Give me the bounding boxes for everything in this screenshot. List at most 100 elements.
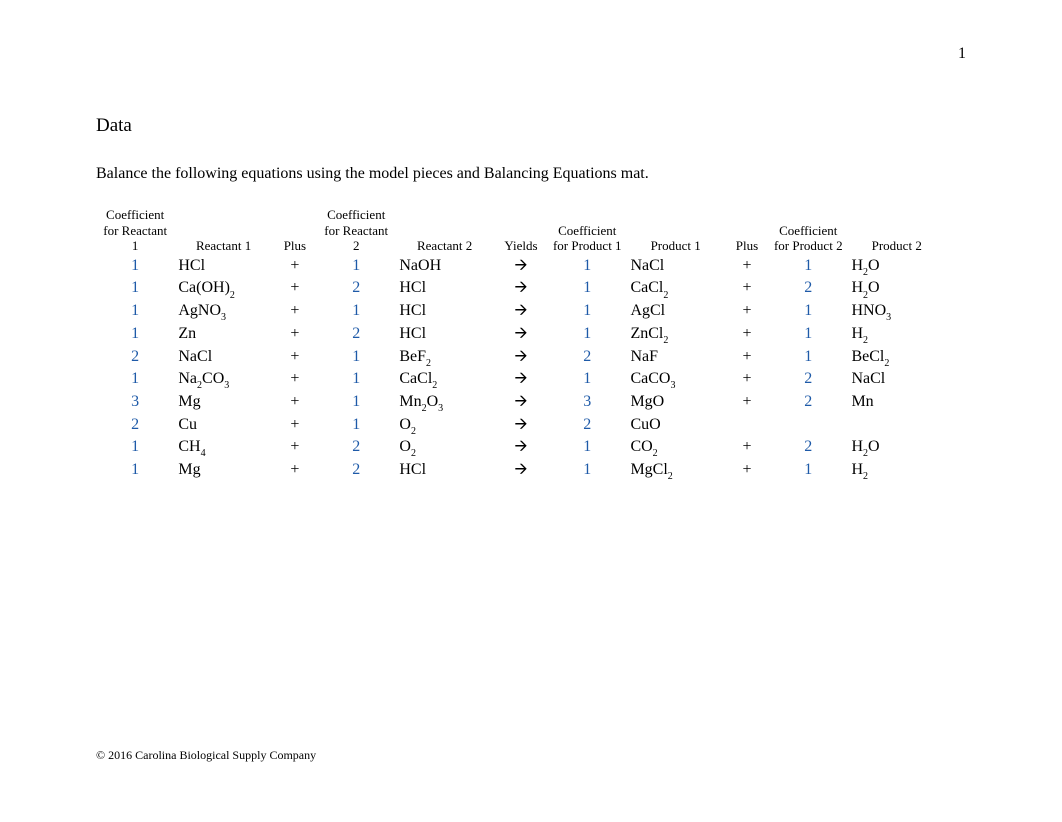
cell-reactant-1: Cu bbox=[174, 415, 272, 438]
cell-reactant-2: BeF2 bbox=[395, 347, 493, 370]
cell-coef-reactant-2: 2 bbox=[317, 278, 395, 301]
cell-coef-product-2: 2 bbox=[769, 392, 847, 415]
cell-plus-1: + bbox=[273, 278, 317, 301]
cell-plus-2: + bbox=[725, 460, 769, 483]
cell-reactant-1: NaCl bbox=[174, 347, 272, 370]
cell-plus-1: + bbox=[273, 301, 317, 324]
cell-product-2: H2O bbox=[847, 256, 946, 279]
cell-plus-2: + bbox=[725, 392, 769, 415]
cell-product-1: CaCl2 bbox=[626, 278, 724, 301]
cell-plus-1: + bbox=[273, 256, 317, 279]
cell-plus-1: + bbox=[273, 460, 317, 483]
cell-coef-reactant-2: 1 bbox=[317, 369, 395, 392]
cell-yields: 🡪 bbox=[494, 392, 548, 415]
cell-yields: 🡪 bbox=[494, 278, 548, 301]
cell-coef-reactant-1: 2 bbox=[96, 415, 174, 438]
section-title: Data bbox=[96, 115, 966, 137]
table-row: 1Zn+2HCl🡪1ZnCl2+1H2 bbox=[96, 324, 946, 347]
cell-reactant-2: NaOH bbox=[395, 256, 493, 279]
table-row: 1Na2CO3+1CaCl2🡪1CaCO3+2NaCl bbox=[96, 369, 946, 392]
cell-coef-product-2: 2 bbox=[769, 369, 847, 392]
cell-product-2: H2 bbox=[847, 324, 946, 347]
cell-yields: 🡪 bbox=[494, 301, 548, 324]
cell-product-2: BeCl2 bbox=[847, 347, 946, 370]
cell-product-2: H2 bbox=[847, 460, 946, 483]
header-coef-reactant-2: Coefficient for Reactant 2 bbox=[317, 205, 395, 256]
cell-product-2: HNO3 bbox=[847, 301, 946, 324]
cell-coef-product-2: 2 bbox=[769, 278, 847, 301]
cell-coef-product-1: 1 bbox=[548, 278, 626, 301]
cell-plus-2: + bbox=[725, 301, 769, 324]
cell-coef-reactant-1: 1 bbox=[96, 369, 174, 392]
table-row: 1AgNO3+1HCl🡪1AgCl+1HNO3 bbox=[96, 301, 946, 324]
cell-coef-reactant-1: 1 bbox=[96, 460, 174, 483]
cell-plus-2: + bbox=[725, 324, 769, 347]
cell-coef-product-1: 2 bbox=[548, 415, 626, 438]
cell-plus-1: + bbox=[273, 324, 317, 347]
cell-coef-reactant-1: 1 bbox=[96, 324, 174, 347]
header-plus-2: Plus bbox=[725, 205, 769, 256]
cell-product-1: CaCO3 bbox=[626, 369, 724, 392]
cell-coef-product-2: 2 bbox=[769, 437, 847, 460]
cell-yields: 🡪 bbox=[494, 324, 548, 347]
page-number: 1 bbox=[958, 45, 966, 63]
cell-product-1: MgO bbox=[626, 392, 724, 415]
cell-yields: 🡪 bbox=[494, 256, 548, 279]
table-row: 1Ca(OH)2+2HCl🡪1CaCl2+2H2O bbox=[96, 278, 946, 301]
cell-coef-reactant-1: 1 bbox=[96, 256, 174, 279]
cell-coef-reactant-2: 2 bbox=[317, 460, 395, 483]
cell-coef-product-1: 1 bbox=[548, 437, 626, 460]
cell-reactant-2: O2 bbox=[395, 415, 493, 438]
cell-coef-product-1: 1 bbox=[548, 301, 626, 324]
cell-yields: 🡪 bbox=[494, 347, 548, 370]
cell-product-2: H2O bbox=[847, 278, 946, 301]
cell-yields: 🡪 bbox=[494, 415, 548, 438]
cell-product-1: AgCl bbox=[626, 301, 724, 324]
copyright-footer: © 2016 Carolina Biological Supply Compan… bbox=[96, 748, 316, 763]
cell-coef-reactant-2: 2 bbox=[317, 437, 395, 460]
cell-coef-reactant-1: 1 bbox=[96, 437, 174, 460]
cell-product-1: MgCl2 bbox=[626, 460, 724, 483]
table-row: 3Mg+1Mn2O3🡪3MgO+2Mn bbox=[96, 392, 946, 415]
cell-coef-product-1: 1 bbox=[548, 369, 626, 392]
cell-coef-reactant-1: 1 bbox=[96, 278, 174, 301]
header-coef-product-2: Coefficient for Product 2 bbox=[769, 205, 847, 256]
cell-coef-reactant-2: 1 bbox=[317, 301, 395, 324]
header-product-1: Product 1 bbox=[626, 205, 724, 256]
cell-yields: 🡪 bbox=[494, 369, 548, 392]
cell-coef-reactant-2: 1 bbox=[317, 392, 395, 415]
cell-coef-product-1: 3 bbox=[548, 392, 626, 415]
instructions-text: Balance the following equations using th… bbox=[96, 165, 966, 183]
cell-product-2: Mn bbox=[847, 392, 946, 415]
table-row: 2NaCl+1BeF2🡪2NaF+1BeCl2 bbox=[96, 347, 946, 370]
cell-coef-reactant-2: 1 bbox=[317, 347, 395, 370]
cell-reactant-1: Na2CO3 bbox=[174, 369, 272, 392]
cell-coef-product-2 bbox=[769, 415, 847, 438]
header-coef-product-1: Coefficient for Product 1 bbox=[548, 205, 626, 256]
cell-coef-product-2: 1 bbox=[769, 460, 847, 483]
cell-product-1: CO2 bbox=[626, 437, 724, 460]
cell-coef-reactant-1: 3 bbox=[96, 392, 174, 415]
cell-coef-product-2: 1 bbox=[769, 256, 847, 279]
cell-coef-product-2: 1 bbox=[769, 301, 847, 324]
cell-reactant-1: Mg bbox=[174, 392, 272, 415]
cell-product-2: H2O bbox=[847, 437, 946, 460]
cell-coef-reactant-2: 2 bbox=[317, 324, 395, 347]
content-area: Data Balance the following equations usi… bbox=[96, 115, 966, 483]
cell-product-1: CuO bbox=[626, 415, 724, 438]
cell-coef-reactant-2: 1 bbox=[317, 256, 395, 279]
cell-plus-2: + bbox=[725, 347, 769, 370]
header-reactant-1: Reactant 1 bbox=[174, 205, 272, 256]
cell-yields: 🡪 bbox=[494, 437, 548, 460]
cell-plus-1: + bbox=[273, 415, 317, 438]
cell-plus-1: + bbox=[273, 437, 317, 460]
cell-coef-product-2: 1 bbox=[769, 324, 847, 347]
cell-plus-2: + bbox=[725, 278, 769, 301]
cell-coef-reactant-1: 1 bbox=[96, 301, 174, 324]
cell-coef-product-1: 2 bbox=[548, 347, 626, 370]
cell-reactant-1: AgNO3 bbox=[174, 301, 272, 324]
table-row: 2Cu+1O2🡪2CuO bbox=[96, 415, 946, 438]
table-row: 1CH4+2O2🡪1CO2+2H2O bbox=[96, 437, 946, 460]
table-header-row: Coefficient for Reactant 1 Reactant 1 Pl… bbox=[96, 205, 946, 256]
table-row: 1Mg+2HCl🡪1MgCl2+1H2 bbox=[96, 460, 946, 483]
